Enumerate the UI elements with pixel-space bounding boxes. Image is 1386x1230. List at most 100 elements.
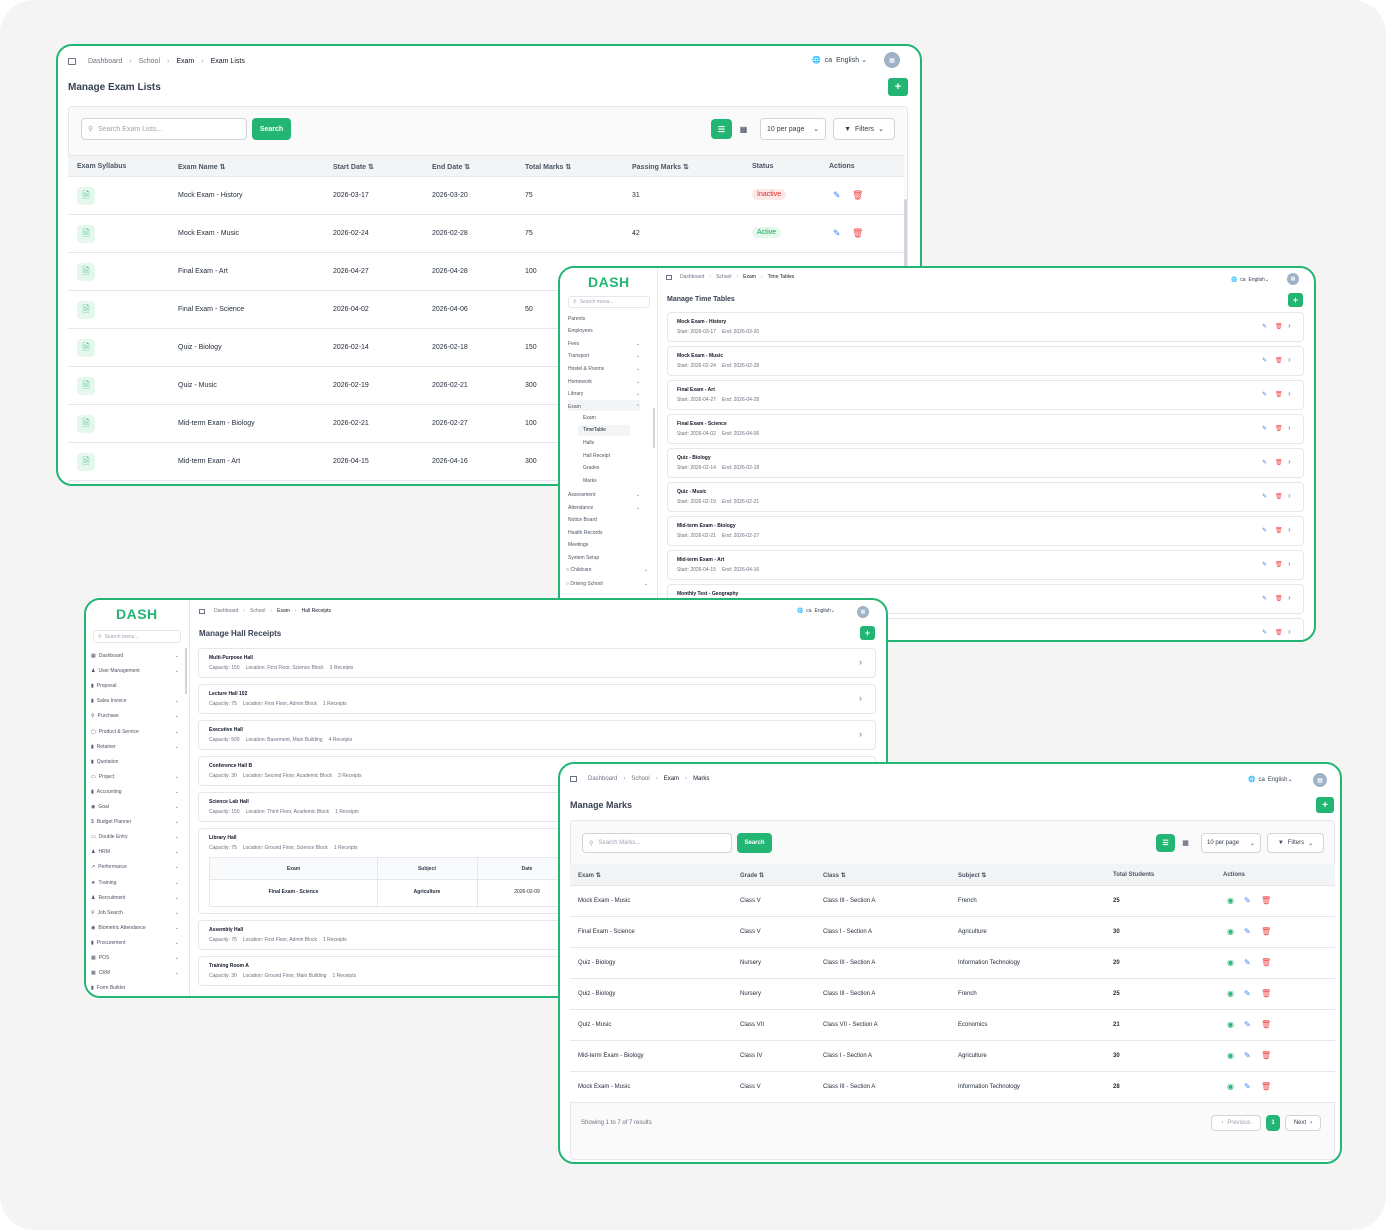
sidebar-item[interactable]: Hostel & Rooms ⌄ bbox=[568, 362, 640, 373]
add-button[interactable]: + bbox=[860, 626, 875, 640]
time-table-card[interactable]: Final Exam - Art Start: 2026-04-27 End: 20… bbox=[667, 380, 1304, 410]
chevron-right-icon[interactable]: › bbox=[1288, 525, 1291, 534]
edit-icon[interactable]: ✎ bbox=[833, 190, 841, 201]
delete-icon[interactable]: 🗑 bbox=[1275, 527, 1283, 534]
sidebar-item[interactable]: Health Records bbox=[568, 526, 640, 537]
sidebar-item[interactable]: ▮ Form Builder bbox=[91, 982, 179, 994]
add-button[interactable]: + bbox=[1316, 797, 1334, 813]
view-icon[interactable]: ◉ bbox=[1227, 896, 1234, 905]
sidebar-item[interactable]: ↗ Performance ⌄ bbox=[91, 861, 179, 873]
sidebar-toggle-icon[interactable] bbox=[68, 57, 76, 65]
sidebar-subitem[interactable]: Marks bbox=[578, 476, 630, 487]
list-view-button[interactable]: ☰ bbox=[711, 119, 732, 139]
delete-icon[interactable]: 🗑 bbox=[852, 228, 863, 239]
sidebar-item-childcare[interactable]: ○ Childcare ⌄ bbox=[566, 567, 648, 573]
sidebar-item[interactable]: $ Budget Planner ⌄ bbox=[91, 816, 179, 828]
sidebar-item[interactable]: Assessment ⌄ bbox=[568, 488, 640, 499]
document-icon[interactable]: 🗎 bbox=[77, 339, 95, 357]
sidebar-item[interactable]: ▦ Dashboard ⌄ bbox=[91, 650, 179, 662]
sidebar-subitem[interactable]: TimeTable bbox=[578, 425, 630, 437]
sidebar-scrollbar[interactable] bbox=[185, 648, 187, 694]
edit-icon[interactable]: ✎ bbox=[1262, 357, 1267, 364]
sidebar-item[interactable]: ▮ Accounting ⌄ bbox=[91, 786, 179, 798]
edit-icon[interactable]: ✎ bbox=[1262, 629, 1267, 636]
sidebar-item[interactable]: ▮ Sales Invoice ⌄ bbox=[91, 695, 179, 707]
sidebar-item[interactable]: Attendance ⌄ bbox=[568, 501, 640, 512]
edit-icon[interactable]: ✎ bbox=[1262, 493, 1267, 500]
breadcrumb-item[interactable]: Exam bbox=[743, 274, 756, 280]
sidebar-subitem[interactable]: Hall Receipt bbox=[578, 451, 630, 462]
grid-view-button[interactable]: ▦ bbox=[733, 119, 754, 139]
edit-icon[interactable]: ✎ bbox=[1244, 989, 1251, 998]
sidebar-item[interactable]: Exam ⌃ bbox=[568, 400, 640, 412]
breadcrumb-item[interactable]: Exam bbox=[176, 58, 194, 65]
sidebar-item[interactable]: ♟ Recruitment ⌄ bbox=[91, 892, 179, 904]
language-selector[interactable]: 🌐 ca English ⌄ bbox=[797, 608, 835, 614]
edit-icon[interactable]: ✎ bbox=[1262, 323, 1267, 330]
sidebar-item[interactable]: ♟ User Management ⌄ bbox=[91, 665, 179, 677]
add-button[interactable]: + bbox=[888, 78, 908, 96]
view-icon[interactable]: ◉ bbox=[1227, 1020, 1234, 1029]
breadcrumb-item[interactable]: Dashboard bbox=[680, 274, 704, 280]
sidebar-item-driving-school[interactable]: ○ Driving School ⌄ bbox=[566, 581, 648, 587]
add-button[interactable]: + bbox=[1288, 293, 1303, 307]
breadcrumb-item[interactable]: Dashboard bbox=[88, 58, 122, 65]
chevron-right-icon[interactable]: › bbox=[1288, 593, 1291, 602]
edit-icon[interactable]: ✎ bbox=[1262, 595, 1267, 602]
delete-icon[interactable]: 🗑 bbox=[1275, 493, 1283, 500]
view-icon[interactable]: ◉ bbox=[1227, 1082, 1234, 1091]
edit-icon[interactable]: ✎ bbox=[1262, 561, 1267, 568]
list-view-button[interactable]: ☰ bbox=[1156, 834, 1175, 852]
grid-view-button[interactable]: ▦ bbox=[1176, 834, 1195, 852]
sidebar-item[interactable]: ▮ Retainer ⌄ bbox=[91, 741, 179, 753]
breadcrumb-item[interactable]: School bbox=[716, 274, 731, 280]
edit-icon[interactable]: ✎ bbox=[1244, 958, 1251, 967]
sidebar-item[interactable]: ▭ Project ⌄ bbox=[91, 771, 179, 783]
chevron-right-icon[interactable]: › bbox=[859, 729, 862, 739]
previous-button[interactable]: ‹ Previous bbox=[1211, 1115, 1261, 1131]
column-header[interactable]: Start Date ⇅ bbox=[333, 163, 374, 171]
edit-icon[interactable]: ✎ bbox=[1244, 927, 1251, 936]
sidebar-item[interactable]: ▦ POS ⌄ bbox=[91, 952, 179, 964]
chevron-right-icon[interactable]: › bbox=[859, 657, 862, 667]
document-icon[interactable]: 🗎 bbox=[77, 187, 95, 205]
delete-icon[interactable]: 🗑 bbox=[1275, 425, 1283, 432]
delete-icon[interactable]: 🗑 bbox=[1275, 459, 1283, 466]
sidebar-item[interactable]: ⚲ Purchase ⌄ bbox=[91, 710, 179, 722]
sidebar-item[interactable]: Employees bbox=[568, 325, 640, 336]
sidebar-item[interactable]: ◉ Goal ⌄ bbox=[91, 801, 179, 813]
search-input[interactable]: ⚲ Search Marks... bbox=[582, 833, 732, 853]
sidebar-subitem[interactable]: Halls bbox=[578, 438, 630, 449]
column-header[interactable]: End Date ⇅ bbox=[432, 163, 470, 171]
document-icon[interactable]: 🗎 bbox=[77, 301, 95, 319]
sidebar-item[interactable]: Fees ⌄ bbox=[568, 337, 640, 348]
sidebar-search-input[interactable]: ⚲ Search menu... bbox=[93, 630, 181, 643]
delete-icon[interactable]: 🗑 bbox=[1261, 1020, 1271, 1029]
chevron-right-icon[interactable]: › bbox=[1288, 321, 1291, 330]
delete-icon[interactable]: 🗑 bbox=[1261, 1082, 1271, 1091]
sidebar-item[interactable]: Transport ⌄ bbox=[568, 350, 640, 361]
per-page-select[interactable]: 10 per page ⌄ bbox=[1201, 833, 1261, 853]
sidebar-item[interactable]: ▢ Product & Service ⌄ bbox=[91, 726, 179, 738]
avatar[interactable]: ▦ bbox=[857, 606, 869, 618]
breadcrumb-item[interactable]: Exam bbox=[664, 776, 679, 782]
view-icon[interactable]: ◉ bbox=[1227, 989, 1234, 998]
edit-icon[interactable]: ✎ bbox=[1262, 425, 1267, 432]
per-page-select[interactable]: 10 per page ⌄ bbox=[760, 118, 826, 140]
page-button-1[interactable]: 1 bbox=[1266, 1115, 1280, 1131]
hall-card[interactable]: Lecture Hall 102 Capacity: 75 Location: Fi… bbox=[198, 684, 876, 714]
hall-card[interactable]: Multi-Purpose Hall Capacity: 150 Location:… bbox=[198, 648, 876, 678]
chevron-right-icon[interactable]: › bbox=[859, 693, 862, 703]
sidebar-item[interactable]: ★ Training ⌄ bbox=[91, 877, 179, 889]
delete-icon[interactable]: 🗑 bbox=[1275, 357, 1283, 364]
chevron-right-icon[interactable]: › bbox=[1288, 491, 1291, 500]
filters-button[interactable]: ▼ Filters ⌄ bbox=[1267, 833, 1324, 853]
delete-icon[interactable]: 🗑 bbox=[1275, 629, 1283, 636]
language-selector[interactable]: 🌐 ca English ⌄ bbox=[812, 56, 867, 65]
column-header[interactable]: Class ⇅ bbox=[823, 872, 846, 879]
sidebar-item[interactable]: Library ⌄ bbox=[568, 388, 640, 399]
column-header[interactable]: Exam Name ⇅ bbox=[178, 163, 226, 171]
document-icon[interactable]: 🗎 bbox=[77, 415, 95, 433]
avatar[interactable]: ▦ bbox=[1287, 273, 1299, 285]
document-icon[interactable]: 🗎 bbox=[77, 225, 95, 243]
